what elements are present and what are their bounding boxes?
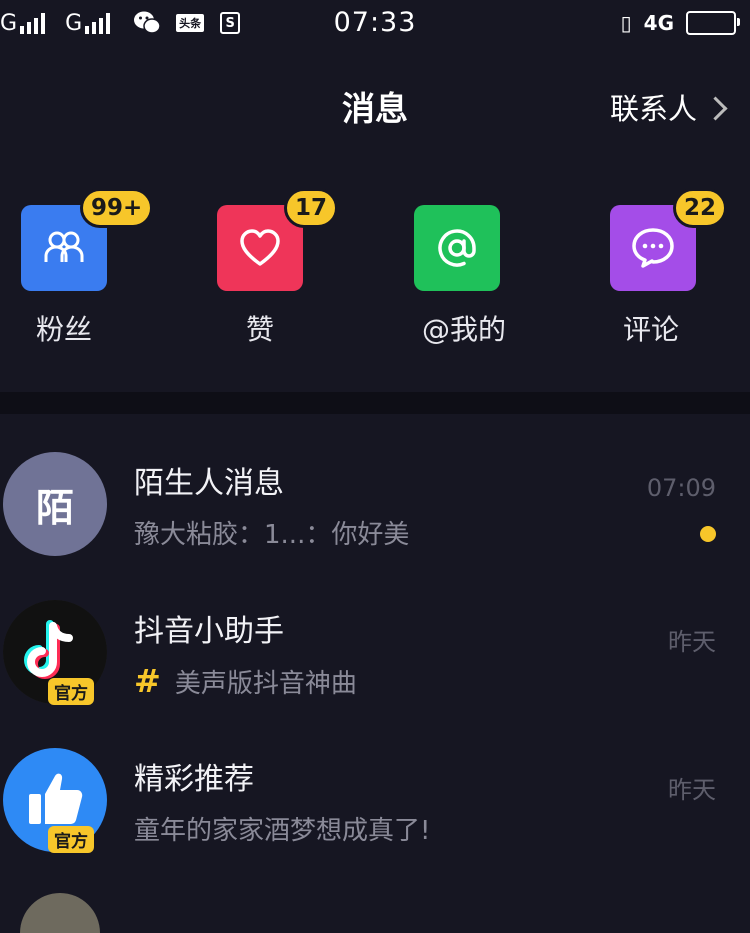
message-preview: 豫大粘胶：1...：你好美	[134, 520, 410, 550]
message-title: 陌生人消息	[134, 466, 284, 501]
message-time: 昨天	[668, 776, 716, 804]
message-title: 精彩推荐	[134, 762, 254, 797]
likes-label: 赞	[246, 313, 275, 346]
at-icon	[438, 229, 476, 267]
list-item-recommendations[interactable]: 官方 精彩推荐 童年的家家酒梦想成真了! 昨天	[0, 748, 750, 888]
mentions-label: @我的	[422, 313, 507, 346]
mentions-tile[interactable]	[414, 205, 500, 291]
official-badge: 官方	[48, 826, 94, 853]
fans-badge: 99+	[80, 188, 154, 228]
likes-badge: 17	[284, 188, 339, 228]
message-preview: 美声版抖音神曲	[174, 668, 357, 699]
message-categories: 99+ 粉丝 17 赞 @我的 22 评论	[0, 188, 750, 360]
chevron-right-icon	[703, 95, 728, 121]
list-item-douyin-assistant[interactable]: 官方 抖音小助手 # 美声版抖音神曲 昨天	[0, 600, 750, 740]
official-badge: 官方	[48, 678, 94, 705]
comment-icon	[632, 228, 674, 268]
header: 消息 联系人	[0, 70, 750, 140]
hashtag-icon: #	[134, 662, 161, 700]
contacts-label: 联系人	[609, 92, 697, 126]
avatar-text: 陌	[35, 485, 74, 530]
avatar: 陌	[3, 452, 107, 556]
comments-label: 评论	[623, 313, 680, 346]
unread-dot	[700, 526, 716, 542]
contacts-button[interactable]: 联系人	[609, 86, 728, 128]
comments-badge: 22	[673, 188, 728, 228]
fans-label: 粉丝	[36, 313, 93, 346]
heart-icon	[240, 229, 280, 266]
message-time: 07:09	[646, 474, 716, 502]
message-preview: 童年的家家酒梦想成真了!	[134, 816, 431, 846]
message-preview-row: # 美声版抖音神曲	[134, 662, 357, 700]
list-item-stranger-messages[interactable]: 陌 陌生人消息 豫大粘胶：1...：你好美 07:09	[0, 452, 750, 592]
next-item-avatar	[20, 893, 100, 933]
section-divider	[0, 392, 750, 414]
vibrate-icon: ▯	[620, 11, 632, 35]
battery-icon	[686, 11, 740, 35]
network-label: 4G	[643, 11, 674, 35]
message-title: 抖音小助手	[134, 614, 284, 649]
status-bar: G G 头条 S 07:33 ▯ 4G	[0, 0, 750, 46]
fans-icon	[44, 231, 84, 262]
message-time: 昨天	[668, 628, 716, 656]
